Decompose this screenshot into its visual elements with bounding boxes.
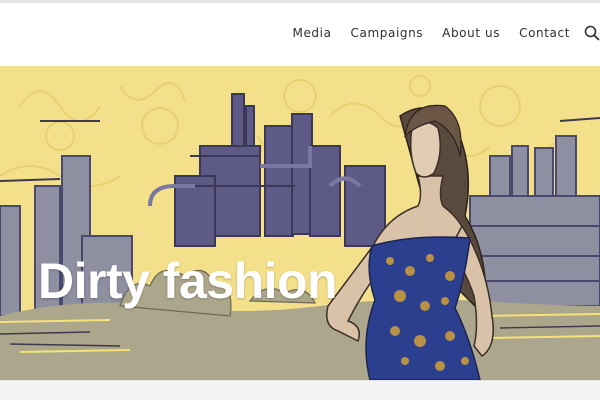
nav-contact[interactable]: Contact (519, 26, 570, 40)
hero-title: Dirty fashion (38, 253, 338, 309)
content-section-top (0, 380, 600, 400)
site-header: Media Campaigns About us Contact (0, 3, 600, 66)
nav-media[interactable]: Media (293, 26, 332, 40)
search-icon[interactable] (584, 25, 600, 41)
hero-illustration (0, 66, 600, 380)
nav-campaigns[interactable]: Campaigns (351, 26, 424, 40)
hero-banner: Dirty fashion (0, 66, 600, 380)
main-nav: Media Campaigns About us Contact (293, 3, 571, 63)
nav-about-us[interactable]: About us (442, 26, 500, 40)
